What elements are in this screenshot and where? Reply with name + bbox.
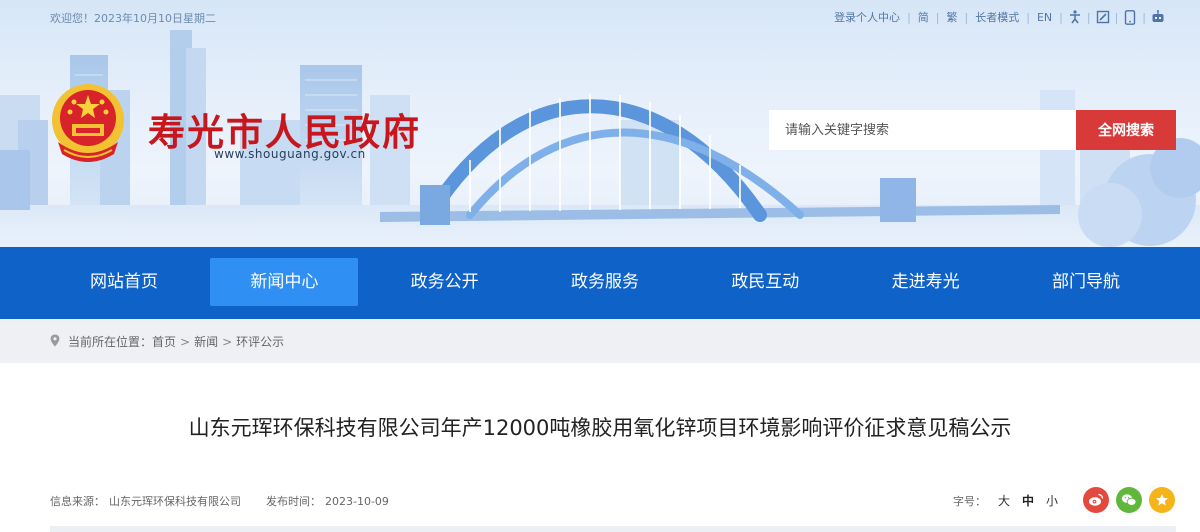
national-emblem-icon (52, 84, 124, 162)
breadcrumb-separator: > (180, 334, 191, 349)
nav-item-gov-affairs[interactable]: 政务公开 (371, 258, 519, 306)
breadcrumb-separator: > (222, 334, 233, 349)
source-label: 信息来源： (50, 495, 105, 508)
font-size-label: 字号： (953, 494, 986, 508)
accessibility-icon[interactable] (1063, 8, 1087, 26)
favorite-icon[interactable] (1149, 487, 1175, 513)
time-value: 2023-10-09 (325, 495, 389, 508)
top-bar: 欢迎您！2023年10月10日星期二 登录个人中心 | 简 | 繁 | 长者模式… (0, 0, 1200, 34)
font-size-medium[interactable]: 中 (1022, 492, 1034, 509)
search-input[interactable] (769, 110, 1076, 150)
elder-mode-link[interactable]: 长者模式 (968, 9, 1026, 25)
robot-icon[interactable] (1146, 8, 1170, 26)
breadcrumb-eia-notice[interactable]: 环评公示 (236, 333, 284, 350)
time-label: 发布时间： (266, 495, 321, 508)
share-buttons (1083, 487, 1182, 513)
location-pin-icon (50, 334, 60, 350)
breadcrumb-home[interactable]: 首页 (152, 333, 176, 350)
breadcrumb: 当前所在位置： 首页 > 新闻 > 环评公示 (50, 333, 284, 350)
breadcrumb-bar: 当前所在位置： 首页 > 新闻 > 环评公示 (0, 319, 1200, 363)
nav-item-home[interactable]: 网站首页 (50, 258, 198, 306)
nav-item-news[interactable]: 新闻中心 (210, 258, 359, 306)
font-size-large[interactable]: 大 (998, 492, 1010, 509)
welcome-date: 欢迎您！2023年10月10日星期二 (50, 12, 216, 25)
site-url: www.shouguang.gov.cn (214, 147, 366, 161)
weibo-icon[interactable] (1083, 487, 1109, 513)
edit-icon[interactable] (1091, 8, 1115, 26)
font-size-small[interactable]: 小 (1046, 492, 1058, 509)
english-link[interactable]: EN (1030, 11, 1059, 24)
nav-item-about[interactable]: 走进寿光 (852, 258, 1000, 306)
article-meta: 信息来源： 山东元珲环保科技有限公司 发布时间： 2023-10-09 (50, 493, 393, 509)
main-nav-list: 网站首页 新闻中心 政务公开 政务服务 政民互动 走进寿光 部门导航 (50, 258, 1160, 306)
breadcrumb-label: 当前所在位置： (68, 335, 153, 349)
site-search-button[interactable]: 全网搜索 (1076, 110, 1176, 150)
source-value: 山东元珲环保科技有限公司 (109, 495, 241, 508)
main-nav: 网站首页 新闻中心 政务公开 政务服务 政民互动 走进寿光 部门导航 (0, 247, 1200, 319)
mobile-icon[interactable] (1118, 8, 1142, 26)
breadcrumb-news[interactable]: 新闻 (194, 333, 218, 350)
nav-item-interaction[interactable]: 政民互动 (691, 258, 839, 306)
nav-item-departments[interactable]: 部门导航 (1012, 258, 1160, 306)
font-size-control: 字号： 大 中 小 (953, 492, 1058, 509)
simplified-chinese-link[interactable]: 简 (911, 9, 936, 25)
top-links: 登录个人中心 | 简 | 繁 | 长者模式 | EN | | | | (827, 8, 1170, 26)
wechat-icon[interactable] (1116, 487, 1142, 513)
content-divider (50, 526, 1176, 532)
article-title: 山东元珲环保科技有限公司年产12000吨橡胶用氧化锌项目环境影响评价征求意见稿公… (188, 416, 1012, 440)
traditional-chinese-link[interactable]: 繁 (940, 9, 965, 25)
site-header: 欢迎您！2023年10月10日星期二 登录个人中心 | 简 | 繁 | 长者模式… (0, 0, 1200, 247)
login-link[interactable]: 登录个人中心 (827, 9, 907, 25)
nav-item-gov-services[interactable]: 政务服务 (531, 258, 679, 306)
search-box: 全网搜索 (769, 110, 1176, 150)
